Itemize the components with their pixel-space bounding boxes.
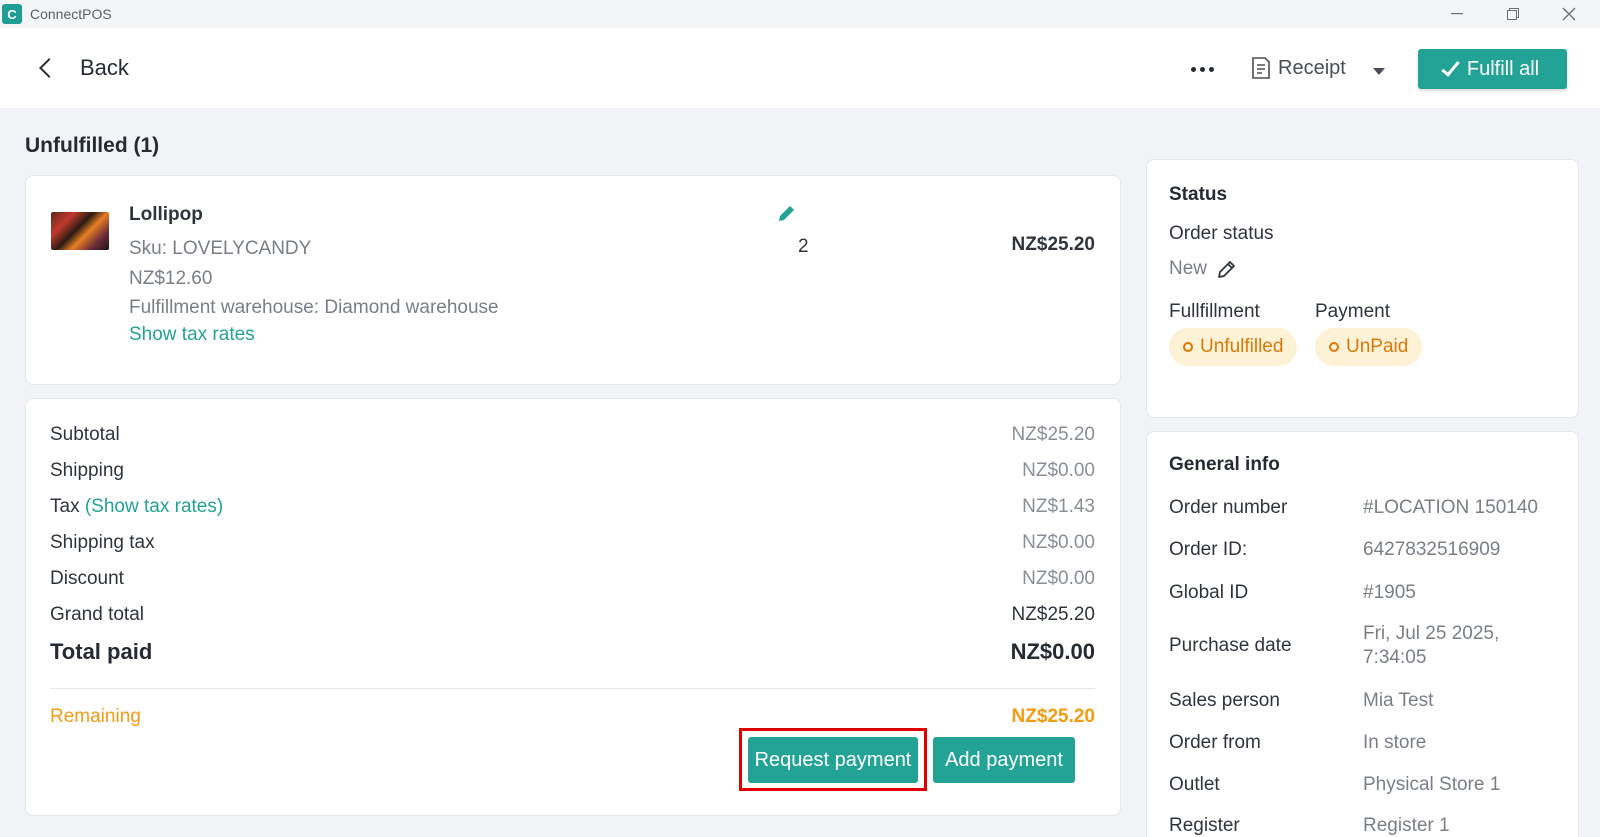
dot-icon bbox=[1199, 66, 1205, 72]
order-number-value: #LOCATION 150140 bbox=[1363, 497, 1538, 518]
restore-icon bbox=[1507, 8, 1519, 20]
fulfillment-status-text: Unfulfilled bbox=[1200, 336, 1284, 357]
close-icon bbox=[1562, 7, 1576, 21]
order-status-value: New bbox=[1169, 258, 1208, 279]
shipping-tax-value: NZ$0.00 bbox=[1022, 532, 1095, 553]
product-image bbox=[51, 212, 109, 250]
order-number-label: Order number bbox=[1169, 497, 1288, 518]
grand-total-label: Grand total bbox=[50, 604, 144, 625]
receipt-label: Receipt bbox=[1278, 56, 1346, 79]
grand-total-value: NZ$25.20 bbox=[1011, 604, 1095, 625]
tax-value: NZ$1.43 bbox=[1022, 496, 1095, 517]
app-logo-icon: C bbox=[2, 4, 22, 24]
tax-label-group: Tax (Show tax rates) bbox=[50, 496, 223, 518]
status-card: Status Order status New Fullfillment Pay… bbox=[1146, 159, 1579, 418]
shipping-label: Shipping bbox=[50, 460, 124, 481]
app-title: ConnectPOS bbox=[30, 6, 112, 22]
close-window-button[interactable] bbox=[1546, 0, 1592, 28]
register-value: Register 1 bbox=[1363, 815, 1450, 836]
grand-total-row: Grand total NZ$25.20 bbox=[50, 602, 1095, 628]
more-options-button[interactable] bbox=[1186, 54, 1218, 84]
global-id-value: #1905 bbox=[1363, 582, 1416, 603]
discount-row: Discount NZ$0.00 bbox=[50, 566, 1095, 592]
totals-divider bbox=[50, 688, 1095, 689]
shipping-tax-row: Shipping tax NZ$0.00 bbox=[50, 530, 1095, 556]
edit-item-pencil-icon[interactable] bbox=[776, 202, 798, 224]
order-from-value: In store bbox=[1363, 732, 1427, 753]
remaining-row: Remaining NZ$25.20 bbox=[50, 704, 1095, 730]
back-button[interactable]: Back bbox=[32, 50, 129, 86]
product-warehouse: Fulfillment warehouse: Diamond warehouse bbox=[129, 297, 499, 318]
check-icon bbox=[1441, 57, 1460, 77]
remaining-label: Remaining bbox=[50, 706, 141, 727]
payment-status-badge: UnPaid bbox=[1315, 328, 1423, 366]
shipping-row: Shipping NZ$0.00 bbox=[50, 458, 1095, 484]
receipt-icon bbox=[1252, 57, 1270, 79]
section-title: Unfulfilled (1) bbox=[25, 134, 160, 157]
order-totals-card: Subtotal NZ$25.20 Shipping NZ$0.00 Tax (… bbox=[25, 398, 1121, 816]
general-info-card: General info Order number #LOCATION 1501… bbox=[1146, 431, 1579, 837]
outlet-label: Outlet bbox=[1169, 774, 1220, 795]
total-paid-label: Total paid bbox=[50, 639, 153, 664]
status-dot-icon bbox=[1183, 342, 1193, 352]
subtotal-value: NZ$25.20 bbox=[1011, 424, 1095, 445]
payment-label: Payment bbox=[1315, 301, 1390, 322]
status-title: Status bbox=[1169, 184, 1228, 205]
purchase-date-line2: 7:34:05 bbox=[1363, 647, 1427, 668]
register-label: Register bbox=[1169, 815, 1240, 836]
purchase-date-label: Purchase date bbox=[1169, 635, 1292, 656]
subtotal-label: Subtotal bbox=[50, 424, 120, 445]
order-id-value: 6427832516909 bbox=[1363, 539, 1501, 560]
order-id-label: Order ID: bbox=[1169, 539, 1248, 560]
shipping-tax-label: Shipping tax bbox=[50, 532, 155, 553]
fulfill-all-button[interactable]: Fulfill all bbox=[1418, 49, 1567, 89]
product-card: Lollipop Sku: LOVELYCANDY NZ$12.60 Fulfi… bbox=[25, 175, 1121, 385]
back-label: Back bbox=[80, 55, 129, 80]
minimize-button[interactable] bbox=[1434, 0, 1480, 28]
sales-person-value: Mia Test bbox=[1363, 690, 1434, 711]
minimize-icon bbox=[1451, 13, 1463, 15]
total-paid-value: NZ$0.00 bbox=[1010, 639, 1095, 664]
shipping-value: NZ$0.00 bbox=[1022, 460, 1095, 481]
dot-icon bbox=[1190, 66, 1196, 72]
status-dot-icon bbox=[1329, 342, 1339, 352]
payment-status-text: UnPaid bbox=[1346, 336, 1409, 357]
add-payment-button[interactable]: Add payment bbox=[933, 737, 1075, 783]
product-show-tax-rates-link[interactable]: Show tax rates bbox=[129, 324, 255, 346]
order-toolbar: Back Receipt Fulfill all bbox=[0, 28, 1600, 108]
tax-show-rates-link[interactable]: (Show tax rates) bbox=[85, 496, 223, 517]
sales-person-label: Sales person bbox=[1169, 690, 1280, 711]
product-name: Lollipop bbox=[129, 204, 203, 225]
chevron-left-icon bbox=[39, 58, 59, 78]
tax-label: Tax bbox=[50, 496, 80, 517]
request-payment-button[interactable]: Request payment bbox=[748, 737, 918, 783]
product-unit-price: NZ$12.60 bbox=[129, 268, 213, 289]
discount-label: Discount bbox=[50, 568, 124, 589]
fulfillment-label: Fullfillment bbox=[1169, 301, 1260, 322]
subtotal-row: Subtotal NZ$25.20 bbox=[50, 422, 1095, 448]
discount-value: NZ$0.00 bbox=[1022, 568, 1095, 589]
global-id-label: Global ID bbox=[1169, 582, 1249, 603]
restore-button[interactable] bbox=[1490, 0, 1536, 28]
product-sku: Sku: LOVELYCANDY bbox=[129, 238, 312, 259]
receipt-dropdown-caret-icon[interactable] bbox=[1373, 68, 1385, 75]
window-titlebar: C ConnectPOS bbox=[0, 0, 1600, 28]
general-info-title: General info bbox=[1169, 454, 1280, 475]
edit-order-status-pencil-icon[interactable] bbox=[1215, 257, 1239, 281]
product-line-total: NZ$25.20 bbox=[1011, 234, 1095, 255]
order-from-label: Order from bbox=[1169, 732, 1261, 753]
order-status-label: Order status bbox=[1169, 223, 1274, 244]
total-paid-row: Total paid NZ$0.00 bbox=[50, 639, 1095, 665]
remaining-value: NZ$25.20 bbox=[1011, 706, 1095, 727]
outlet-value: Physical Store 1 bbox=[1363, 774, 1501, 795]
tax-row: Tax (Show tax rates) NZ$1.43 bbox=[50, 494, 1095, 520]
dot-icon bbox=[1208, 66, 1214, 72]
fulfill-all-label: Fulfill all bbox=[1466, 57, 1540, 80]
fulfillment-status-badge: Unfulfilled bbox=[1169, 328, 1298, 366]
receipt-button[interactable]: Receipt bbox=[1250, 50, 1346, 86]
purchase-date-line1: Fri, Jul 25 2025, bbox=[1363, 623, 1500, 644]
product-quantity: 2 bbox=[798, 236, 809, 257]
